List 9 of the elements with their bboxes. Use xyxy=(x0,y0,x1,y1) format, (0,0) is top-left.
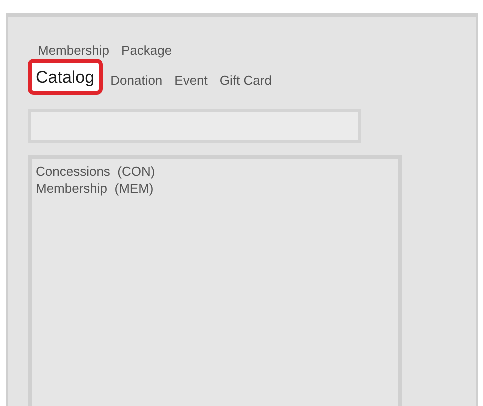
list-item[interactable]: Concessions (CON) xyxy=(36,163,398,180)
tab[interactable]: Donation xyxy=(110,69,163,91)
list-box[interactable]: Concessions (CON) Membership (MEM) xyxy=(28,155,402,406)
tab[interactable]: Package xyxy=(122,39,172,61)
tab[interactable]: Catalog xyxy=(32,63,99,91)
tab[interactable]: Gift Card xyxy=(220,69,272,91)
tab[interactable]: Event xyxy=(174,69,208,91)
list-item[interactable]: Membership (MEM) xyxy=(36,180,398,197)
tab[interactable]: Membership xyxy=(38,39,110,61)
